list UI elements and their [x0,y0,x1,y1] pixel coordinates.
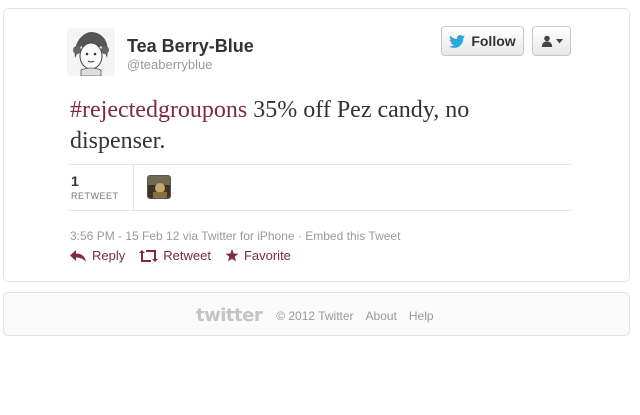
retweet-count-label[interactable]: RETWEET [71,191,119,201]
chevron-down-icon [555,38,563,43]
follow-button[interactable]: Follow [441,26,524,56]
favorite-action[interactable]: Favorite [225,248,291,263]
reply-action[interactable]: Reply [70,248,125,263]
footer-copyright: © 2012 Twitter [276,308,354,323]
tweet-card: Tea Berry-Blue @teaberryblue Follow #rej… [3,8,630,282]
avatar-drawing [67,28,115,76]
retweeter-avatar[interactable] [147,175,171,199]
hashtag-link[interactable]: #rejectedgroupons [70,97,247,123]
retweet-label: Retweet [163,248,211,263]
embed-tweet-link[interactable]: Embed this Tweet [305,229,400,243]
star-icon [225,249,239,262]
footer-content: twitter © 2012 Twitter About Help [196,305,434,326]
author-avatar[interactable] [67,28,115,76]
author-handle[interactable]: @teaberryblue [127,57,212,72]
tweet-actions: Reply Retweet Favorite [70,248,291,263]
retweeter-photo [148,176,170,198]
reply-icon [70,249,86,262]
page-footer: twitter © 2012 Twitter About Help [3,292,630,336]
stats-divider-bottom [68,210,572,211]
footer-help-link[interactable]: Help [409,309,434,323]
via-text: via Twitter for iPhone [179,229,295,243]
follow-label: Follow [471,33,516,49]
meta-separator: · [294,229,306,243]
twitter-bird-icon [449,34,466,48]
timestamp-link[interactable]: 3:56 PM - 15 Feb 12 [70,229,179,243]
retweet-action[interactable]: Retweet [139,248,211,263]
retweet-icon [139,249,159,262]
author-name[interactable]: Tea Berry-Blue [127,36,254,57]
tweet-text: #rejectedgroupons 35% off Pez candy, no … [70,95,570,157]
stats-divider-vertical [133,165,134,210]
favorite-label: Favorite [243,248,291,263]
reply-label: Reply [92,248,126,263]
tweet-meta: 3:56 PM - 15 Feb 12 via Twitter for iPho… [70,229,400,243]
user-icon [541,35,552,47]
retweet-count[interactable]: 1 [71,173,79,189]
user-actions-button[interactable] [532,26,571,56]
footer-about-link[interactable]: About [366,309,397,323]
twitter-logo[interactable]: twitter [196,305,263,326]
stats-divider-top [68,164,572,165]
